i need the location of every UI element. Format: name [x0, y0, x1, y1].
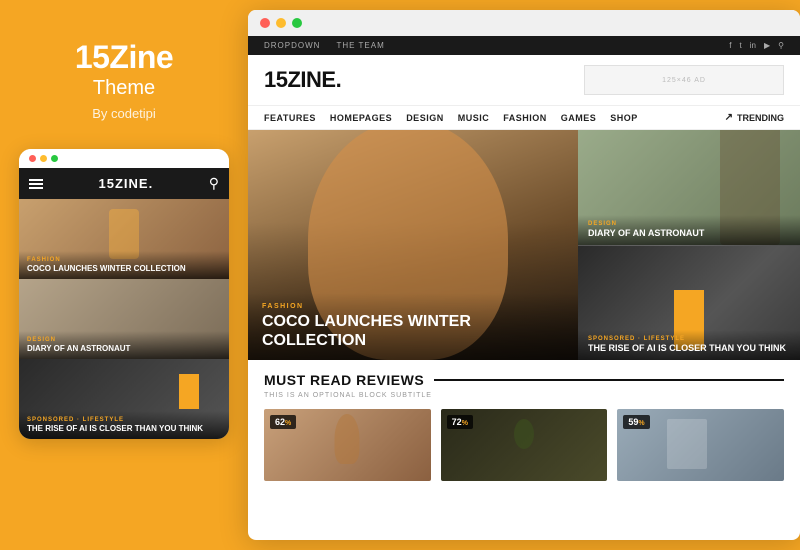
mobile-article-3-cat: SPONSORED · LIFESTYLE — [27, 417, 221, 423]
must-read-divider — [434, 379, 784, 381]
hero-card-design-overlay: DESIGN DIARY OF AN ASTRONAUT — [578, 215, 800, 245]
review-card-3[interactable]: 59% — [617, 409, 784, 481]
top-nav-right: f t in ▶ ⚲ — [729, 41, 784, 50]
site-logo: 15ZINE. — [264, 67, 341, 93]
left-panel: 15Zine Theme By codetipi 15ZINE. ⚲ FASHI… — [0, 0, 248, 550]
trending-button[interactable]: ↗ TRENDING — [725, 112, 784, 123]
brand-byline: By codetipi — [92, 106, 156, 121]
hero-right-cards: DESIGN DIARY OF AN ASTRONAUT SPONSORED ·… — [578, 130, 800, 360]
score-2-value: 72 — [452, 417, 462, 427]
nav-dropdown[interactable]: DROPDOWN — [264, 41, 320, 50]
mobile-article-2-title: DIARY OF AN ASTRONAUT — [27, 344, 221, 354]
nav-the-team[interactable]: THE TEAM — [336, 41, 384, 50]
hero-card-design[interactable]: DESIGN DIARY OF AN ASTRONAUT — [578, 130, 800, 245]
hero-text-overlay: FASHION COCO LAUNCHES WINTER COLLECTION — [248, 293, 578, 360]
hero-title: COCO LAUNCHES WINTER COLLECTION — [262, 313, 564, 350]
site-menu: FEATURES HOMEPAGES DESIGN MUSIC FASHION … — [248, 106, 800, 130]
mobile-article-1-title: COCO LAUNCHES WINTER COLLECTION — [27, 264, 221, 274]
must-read-section: MUST READ REVIEWS THIS IS AN OPTIONAL BL… — [248, 360, 800, 489]
menu-music[interactable]: MUSIC — [458, 113, 490, 123]
mobile-article-2-cat: DESIGN — [27, 337, 221, 343]
chrome-dot-yellow[interactable] — [276, 18, 286, 28]
card-lifestyle-title: THE RISE OF AI IS CLOSER THAN YOU THINK — [588, 343, 790, 354]
score-3-value: 59 — [628, 417, 638, 427]
chrome-dot-red[interactable] — [260, 18, 270, 28]
card-lifestyle-category: SPONSORED · LIFESTYLE — [588, 336, 790, 342]
hero-card-lifestyle-overlay: SPONSORED · LIFESTYLE THE RISE OF AI IS … — [578, 330, 800, 360]
brand-title: 15Zine — [75, 40, 173, 75]
menu-fashion[interactable]: FASHION — [503, 113, 547, 123]
score-2-pct: % — [462, 420, 468, 427]
must-read-title: MUST READ REVIEWS — [264, 372, 424, 388]
mobile-article-1-cat: FASHION — [27, 257, 221, 263]
chrome-dot-green[interactable] — [292, 18, 302, 28]
must-read-header: MUST READ REVIEWS — [264, 372, 784, 388]
mobile-article-3-title: THE RISE OF AI IS CLOSER THAN YOU THINK — [27, 424, 221, 434]
mobile-dot-yellow — [40, 155, 47, 162]
card-design-title: DIARY OF AN ASTRONAUT — [588, 228, 790, 239]
advertisement-banner: 125×46 AD — [584, 65, 784, 95]
instagram-icon[interactable]: in — [750, 41, 756, 50]
review-score-2: 72% — [447, 415, 473, 429]
mobile-article-2[interactable]: DESIGN DIARY OF AN ASTRONAUT — [19, 279, 229, 359]
mobile-article-2-overlay: DESIGN DIARY OF AN ASTRONAUT — [19, 331, 229, 360]
twitter-icon[interactable]: t — [740, 41, 742, 50]
must-read-subtitle: THIS IS AN OPTIONAL BLOCK SUBTITLE — [264, 392, 784, 399]
mobile-nav: 15ZINE. ⚲ — [19, 168, 229, 199]
hamburger-icon[interactable] — [29, 179, 43, 189]
score-1-pct: % — [285, 420, 291, 427]
menu-features[interactable]: FEATURES — [264, 113, 316, 123]
menu-shop[interactable]: SHOP — [610, 113, 638, 123]
browser-chrome-bar — [248, 10, 800, 36]
review-card-2[interactable]: 72% — [441, 409, 608, 481]
trending-icon: ↗ — [725, 112, 733, 123]
mobile-window-dots — [29, 155, 58, 162]
youtube-icon[interactable]: ▶ — [764, 41, 770, 50]
mobile-article-1[interactable]: FASHION COCO LAUNCHES WINTER COLLECTION — [19, 199, 229, 279]
mobile-dot-green — [51, 155, 58, 162]
menu-design[interactable]: DESIGN — [406, 113, 444, 123]
mobile-dot-red — [29, 155, 36, 162]
menu-homepages[interactable]: HOMEPAGES — [330, 113, 392, 123]
score-3-pct: % — [638, 420, 644, 427]
browser-window: DROPDOWN THE TEAM f t in ▶ ⚲ 15ZINE. 125… — [248, 10, 800, 540]
card-design-category: DESIGN — [588, 221, 790, 227]
mobile-logo: 15ZINE. — [99, 176, 154, 191]
search-icon[interactable]: ⚲ — [209, 175, 219, 192]
review-card-1[interactable]: 62% — [264, 409, 431, 481]
hero-main-image[interactable]: FASHION COCO LAUNCHES WINTER COLLECTION — [248, 130, 578, 360]
hero-category: FASHION — [262, 303, 564, 310]
mobile-article-3[interactable]: SPONSORED · LIFESTYLE THE RISE OF AI IS … — [19, 359, 229, 439]
trending-label: TRENDING — [737, 113, 784, 123]
score-1-value: 62 — [275, 417, 285, 427]
hero-section: FASHION COCO LAUNCHES WINTER COLLECTION … — [248, 130, 800, 360]
review-score-3: 59% — [623, 415, 649, 429]
menu-games[interactable]: GAMES — [561, 113, 597, 123]
hero-card-lifestyle[interactable]: SPONSORED · LIFESTYLE THE RISE OF AI IS … — [578, 245, 800, 361]
mobile-article-1-overlay: FASHION COCO LAUNCHES WINTER COLLECTION — [19, 251, 229, 280]
mobile-article-3-overlay: SPONSORED · LIFESTYLE THE RISE OF AI IS … — [19, 411, 229, 440]
review-score-1: 62% — [270, 415, 296, 429]
review-cards-list: 62% 72% 59% — [264, 409, 784, 481]
mobile-top-bar — [19, 149, 229, 168]
mobile-mockup: 15ZINE. ⚲ FASHION COCO LAUNCHES WINTER C… — [19, 149, 229, 439]
site-top-nav: DROPDOWN THE TEAM f t in ▶ ⚲ — [248, 36, 800, 55]
brand-subtitle: Theme — [93, 77, 155, 100]
top-nav-left: DROPDOWN THE TEAM — [264, 41, 385, 50]
site-header: 15ZINE. 125×46 AD — [248, 55, 800, 106]
menu-items-list: FEATURES HOMEPAGES DESIGN MUSIC FASHION … — [264, 113, 638, 123]
search-icon[interactable]: ⚲ — [778, 41, 784, 50]
facebook-icon[interactable]: f — [729, 41, 731, 50]
